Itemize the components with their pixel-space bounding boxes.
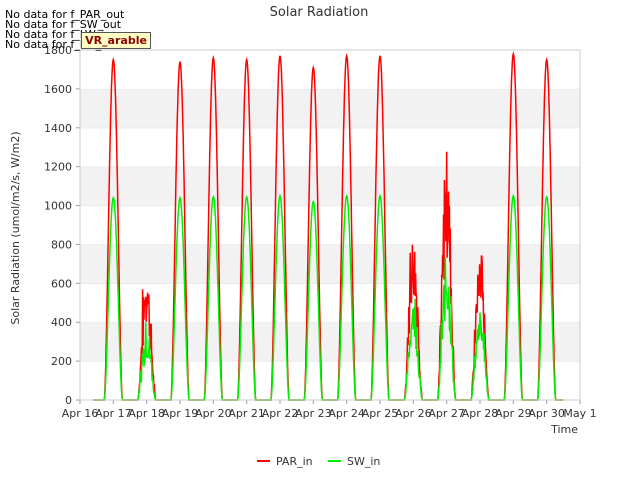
y-tick-label: 200: [51, 355, 72, 368]
grid-band: [80, 322, 580, 362]
y-tick-label: 600: [51, 277, 72, 290]
x-tick-label: Apr 24: [328, 407, 365, 420]
x-tick-label: Apr 28: [462, 407, 499, 420]
legend-par-label: PAR_in: [276, 455, 313, 468]
legend-sw-label: SW_in: [347, 455, 380, 468]
y-tick-label: 1000: [44, 200, 72, 213]
x-tick-label: Apr 29: [495, 407, 532, 420]
site-badge: VR_arable: [81, 32, 151, 49]
grid-band: [80, 205, 580, 245]
solar-radiation-chart: 020040060080010001200140016001800 Apr 16…: [9, 5, 597, 468]
grid-band: [80, 127, 580, 167]
x-tick-label: Apr 30: [528, 407, 565, 420]
x-tick-label: Apr 18: [128, 407, 165, 420]
grid-band: [80, 283, 580, 323]
x-tick-label: Apr 27: [428, 407, 465, 420]
x-tick-label: Apr 21: [228, 407, 265, 420]
x-tick-label: May 1: [563, 407, 596, 420]
y-tick-label: 1200: [44, 161, 72, 174]
grid-band: [80, 244, 580, 284]
x-axis-label: Time: [550, 423, 578, 436]
grid-band: [80, 166, 580, 206]
y-axis-label: Solar Radiation (umol/m2/s, W/m2): [9, 131, 22, 324]
x-tick-label: Apr 23: [295, 407, 332, 420]
x-tick-label: Apr 22: [262, 407, 299, 420]
y-tick-label: 0: [65, 394, 72, 407]
chart-title: Solar Radiation: [270, 5, 369, 20]
x-tick-label: Apr 26: [395, 407, 432, 420]
x-tick-label: Apr 16: [62, 407, 99, 420]
legend: PAR_in SW_in: [257, 455, 380, 468]
grid-bands: [80, 49, 580, 400]
x-axis: Apr 16Apr 17Apr 18Apr 19Apr 20Apr 21Apr …: [62, 400, 597, 420]
y-axis: 020040060080010001200140016001800: [44, 44, 80, 407]
y-tick-label: 400: [51, 316, 72, 329]
y-tick-label: 1600: [44, 83, 72, 96]
x-tick-label: Apr 17: [95, 407, 132, 420]
grid-band: [80, 50, 580, 89]
y-tick-label: 1400: [44, 122, 72, 135]
x-tick-label: Apr 20: [195, 407, 232, 420]
x-tick-label: Apr 25: [362, 407, 399, 420]
y-tick-label: 800: [51, 238, 72, 251]
grid-band: [80, 88, 580, 128]
x-tick-label: Apr 19: [162, 407, 199, 420]
